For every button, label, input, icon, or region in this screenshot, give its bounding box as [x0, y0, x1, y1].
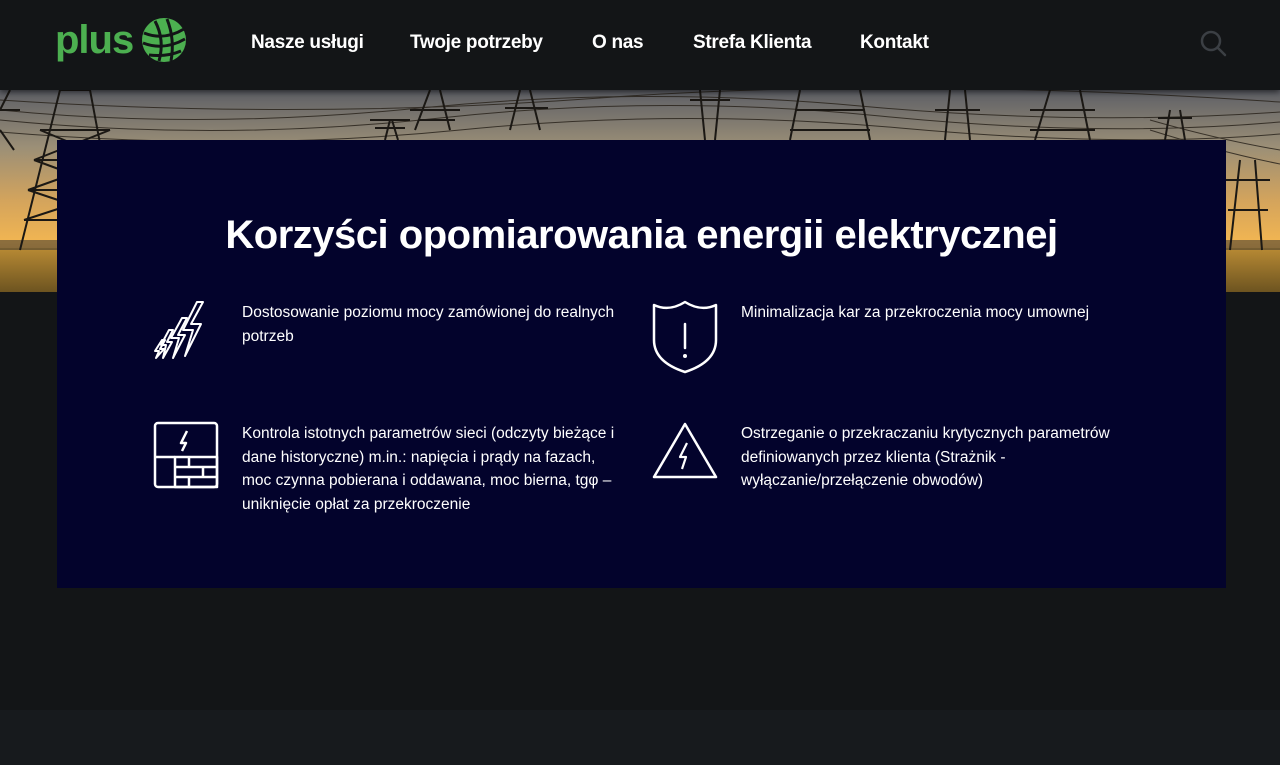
nav-item-kontakt[interactable]: Kontakt	[860, 30, 929, 56]
logo-ball-icon	[142, 18, 187, 62]
benefits-panel: Korzyści opomiarowania energii elektrycz…	[57, 140, 1226, 588]
page: plus Nasze usługi Twoje potrzeby O nas S…	[0, 0, 1280, 765]
logo[interactable]: plus	[55, 16, 187, 64]
benefit-text: Minimalizacja kar za przekroczenia mocy …	[741, 304, 1090, 321]
electrical-panel-icon	[153, 421, 219, 489]
site-header: plus Nasze usługi Twoje potrzeby O nas S…	[0, 0, 1280, 90]
nav-item-o-nas[interactable]: O nas	[592, 30, 644, 56]
nav-item-twoje-potrzeby[interactable]: Twoje potrzeby	[410, 30, 543, 56]
benefit-text: Dostosowanie poziomu mocy zamówionej do …	[242, 304, 615, 345]
shield-exclamation-icon	[652, 300, 718, 374]
lightning-bolts-icon	[154, 301, 204, 359]
search-icon[interactable]	[1199, 29, 1227, 57]
logo-text: plus	[55, 18, 134, 62]
nav-item-nasze-uslugi[interactable]: Nasze usługi	[251, 30, 364, 56]
warning-triangle-icon	[652, 422, 718, 479]
benefit-text: Kontrola istotnych parametrów sieci (odc…	[242, 425, 615, 513]
footer-strip	[0, 710, 1280, 765]
nav-item-strefa-klienta[interactable]: Strefa Klienta	[693, 30, 812, 56]
panel-title: Korzyści opomiarowania energii elektrycz…	[225, 213, 1058, 257]
benefit-text: Ostrzeganie o przekraczaniu krytycznych …	[741, 425, 1110, 489]
